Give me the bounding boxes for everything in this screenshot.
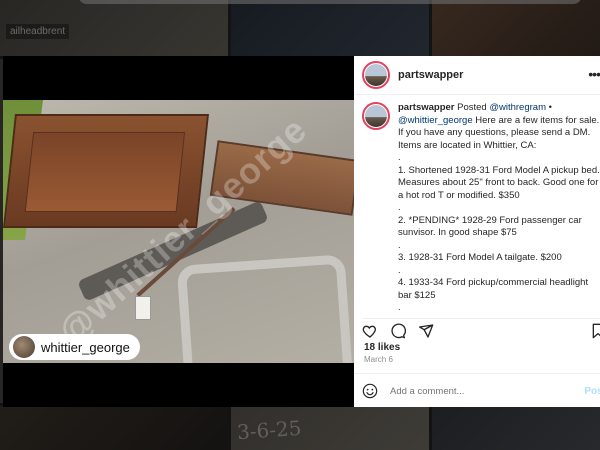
caption-text-segment: . [398,239,401,251]
post-modal: @whittier_george whittier_george partswa… [3,56,600,407]
comment-input[interactable] [388,384,572,398]
caption-mention[interactable]: @withregram [489,102,546,113]
caption-text-segment: 1. Shortened 1928-31 Ford Model A pickup… [398,164,600,176]
caption-line: partswapper Posted @withregram • [398,102,600,115]
post-comment-button[interactable]: Post [584,386,600,397]
caption-text-segment: a hot rod T or modified. $350 [398,189,520,201]
caption-mention[interactable]: @whittier_george [398,115,473,126]
post-caption: partswapper Posted @withregram • @whittie… [362,102,600,314]
caption-line: a hot rod T or modified. $350 [398,190,600,203]
caption-text-segment: 4. 1933-34 Ford pickup/commercial headli… [398,277,589,288]
caption-text-segment: Posted [454,102,490,113]
caption-line: 4. 1933-34 Ford pickup/commercial headli… [398,277,600,290]
caption-line: If you have any questions, please send a… [398,127,600,140]
caption-text-segment: Measures about 25" front to back. Good o… [398,177,599,188]
credit-avatar [13,336,35,358]
caption-line: Items are located in Whittier, CA: [398,140,600,153]
caption-line: 1. Shortened 1928-31 Ford Model A pickup… [398,165,600,178]
caption-text-segment: . [398,152,401,163]
header-username[interactable]: partswapper [398,69,463,81]
bookmark-icon[interactable] [590,323,600,339]
post-media[interactable]: @whittier_george whittier_george [3,56,354,407]
caption-text-segment: . [398,302,401,313]
caption-line: Measures about 25" front to back. Good o… [398,177,600,190]
post-actions [362,318,600,343]
caption-line: . [398,302,600,314]
credit-username: whittier_george [41,339,130,355]
caption-line: . [398,202,600,215]
emoji-icon[interactable] [362,383,378,399]
caption-text-segment: Items are located in Whittier, CA: [398,139,537,151]
heart-icon[interactable] [362,323,378,339]
caption-line: . [398,152,600,165]
more-options-icon[interactable]: ••• [588,66,600,82]
caption-line: 2. *PENDING* 1928-29 Ford passenger car [398,215,600,228]
photo-credit-tag[interactable]: whittier_george [9,334,140,360]
caption-line: bar $125 [398,290,600,303]
caption-line: sunvisor. In good shape $75 [398,227,600,240]
avatar-image [365,105,387,127]
caption-username[interactable]: partswapper [398,102,455,113]
comment-icon[interactable] [390,323,406,339]
caption-text-segment: . [398,264,401,276]
post-date[interactable]: March 6 [364,355,393,364]
post-side-panel: partswapper ••• partswapper Posted @with… [354,56,600,407]
caption-text-segment: Here are a few items for sale. [472,114,600,126]
caption-text-segment: If you have any questions, please send a… [398,127,591,138]
caption-text-segment: bar $125 [398,289,436,301]
caption-line: . [398,240,600,253]
caption-text-segment: . [398,202,401,213]
caption-line: 3. 1928-31 Ford Model A tailgate. $200 [398,252,600,265]
caption-text-segment: sunvisor. In good shape $75 [398,227,517,238]
post-header: partswapper ••• [354,56,600,95]
post-photo[interactable]: @whittier_george whittier_george [3,100,354,363]
avatar-image [365,64,387,86]
caption-text-segment: 2. *PENDING* 1928-29 Ford passenger car [398,214,582,226]
photo-grille-frame [176,254,354,363]
header-avatar[interactable] [362,61,390,89]
caption-line: @whittier_george Here are a few items fo… [398,115,600,128]
caption-text-segment: 3. 1928-31 Ford Model A tailgate. $200 [398,252,562,263]
photo-pickup-bed-inner [24,132,186,212]
caption-avatar[interactable] [362,102,390,130]
like-count[interactable]: 18 likes [364,342,400,353]
caption-text-segment: • [546,102,552,113]
comment-box: Post [354,373,600,407]
caption-line: . [398,265,600,278]
caption-text: partswapper Posted @withregram • @whittie… [398,102,600,314]
share-icon[interactable] [418,323,434,339]
